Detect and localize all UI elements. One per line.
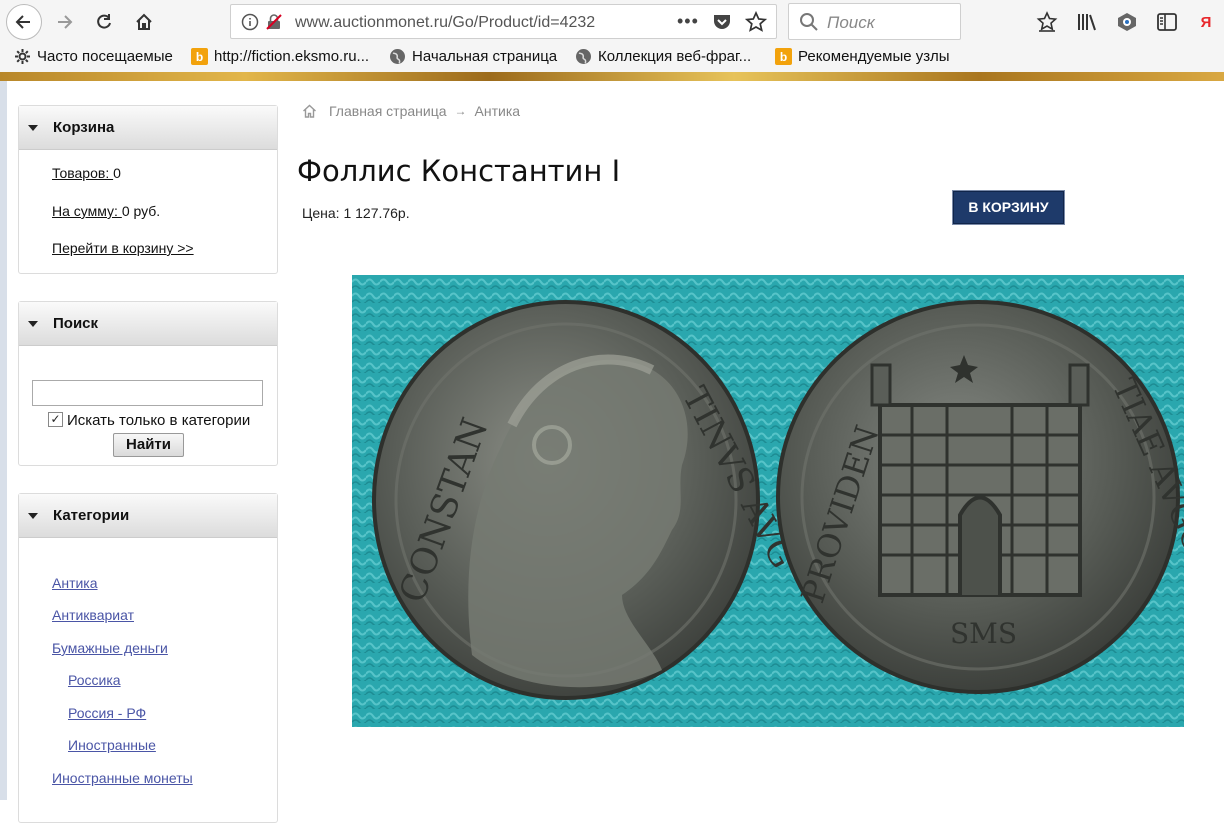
forward-button[interactable] (46, 4, 82, 40)
url-bar[interactable]: www.auctionmonet.ru/Go/Product/id=4232 •… (230, 4, 777, 39)
site-search-input[interactable] (32, 380, 263, 406)
gear-icon (14, 48, 31, 65)
bookmark-suggested-sites[interactable]: b Рекомендуемые узлы (775, 48, 949, 65)
cart-block-header[interactable]: Корзина (19, 106, 277, 150)
product-title: Фоллис Константин I (297, 154, 621, 188)
breadcrumb-separator: → (454, 104, 467, 118)
search-block-header[interactable]: Поиск (19, 302, 277, 346)
cart-sum-value: 0 руб. (121, 203, 161, 219)
product-price: Цена: 1 127.76р. (302, 205, 410, 221)
cart-sum-row: На сумму: 0 руб. (52, 203, 160, 219)
site-header-banner (0, 72, 1224, 81)
category-foreign-coins[interactable]: Иностранные монеты (52, 770, 193, 786)
search-block: Поиск ✓ Искать только в категории Найти (18, 301, 278, 466)
category-paper-money[interactable]: Бумажные деньги (52, 640, 168, 656)
collapse-triangle-icon (28, 321, 38, 327)
eye-extension-icon[interactable] (1115, 10, 1139, 34)
pocket-icon[interactable] (712, 13, 732, 31)
page-actions-icon[interactable]: ••• (677, 11, 699, 32)
cart-sum-link[interactable]: На сумму: (52, 203, 122, 219)
bookmark-star-icon[interactable] (745, 11, 767, 33)
bookmarks-bar: Часто посещаемые b http://fiction.eksmo.… (0, 44, 1224, 72)
category-only-label: Искать только в категории (67, 412, 251, 429)
home-button[interactable] (126, 4, 162, 40)
breadcrumb-current-link[interactable]: Антика (475, 103, 521, 119)
arrow-left-icon (15, 15, 30, 29)
category-rossika[interactable]: Россика (68, 672, 121, 688)
coin-reverse: PROVIDEN TIAE AVGG SMS (776, 300, 1184, 694)
arrow-right-icon (58, 15, 73, 29)
back-button[interactable] (6, 4, 42, 40)
categories-block-header[interactable]: Категории (19, 494, 277, 538)
bing-icon: b (191, 48, 208, 65)
collapse-triangle-icon (28, 125, 38, 131)
bookmark-label: Коллекция веб-фраг... (598, 48, 752, 65)
cart-goto-row: Перейти в корзину >> (52, 240, 194, 256)
home-icon (136, 13, 152, 30)
search-bar[interactable]: Поиск (788, 3, 961, 40)
insecure-lock-icon (266, 14, 282, 30)
bookmarks-star-icon[interactable] (1035, 10, 1059, 34)
yandex-icon[interactable]: Я (1196, 10, 1216, 34)
category-russia-rf[interactable]: Россия - РФ (68, 705, 146, 721)
categories-block: Категории Антика Антиквариат Бумажные де… (18, 493, 278, 823)
goto-cart-link[interactable]: Перейти в корзину >> (52, 240, 194, 256)
globe-icon (389, 48, 406, 65)
breadcrumb-home-link[interactable]: Главная страница (329, 103, 447, 119)
bookmark-fiction-eksmo[interactable]: b http://fiction.eksmo.ru... (191, 48, 369, 65)
page-content: Корзина Товаров: 0 На сумму: 0 руб. Пере… (0, 81, 1224, 823)
info-icon (241, 13, 259, 31)
category-antikvariat[interactable]: Антиквариат (52, 607, 134, 623)
bing-icon: b (775, 48, 792, 65)
search-placeholder: Поиск (827, 13, 875, 32)
reload-icon (97, 14, 111, 29)
left-edge-decoration (0, 81, 7, 800)
sidebar-icon[interactable] (1155, 10, 1179, 34)
product-photo: CONSTAN TINVS AVG PROVIDEN TIAE AVGG SMS (352, 275, 1184, 727)
cart-items-link[interactable]: Товаров: (52, 165, 113, 181)
cart-items-row: Товаров: 0 (52, 165, 121, 181)
cart-block-title: Корзина (53, 119, 115, 136)
find-button[interactable]: Найти (113, 433, 184, 457)
cart-block: Корзина Товаров: 0 На сумму: 0 руб. Пере… (18, 105, 278, 274)
reload-button[interactable] (86, 4, 122, 40)
bookmark-label: Рекомендуемые узлы (798, 48, 950, 65)
browser-toolbar: www.auctionmonet.ru/Go/Product/id=4232 •… (0, 0, 1224, 44)
add-to-cart-button[interactable]: В КОРЗИНУ (952, 190, 1065, 225)
bookmark-label: Часто посещаемые (37, 48, 173, 65)
category-antika[interactable]: Антика (52, 575, 98, 591)
home-icon[interactable] (302, 104, 317, 118)
url-text[interactable]: www.auctionmonet.ru/Go/Product/id=4232 (295, 14, 675, 32)
cart-items-count: 0 (113, 165, 121, 181)
bookmark-label: Начальная страница (412, 48, 558, 65)
collapse-triangle-icon (28, 513, 38, 519)
library-icon[interactable] (1075, 10, 1099, 34)
bookmark-most-visited[interactable]: Часто посещаемые (14, 48, 173, 65)
bookmark-label: http://fiction.eksmo.ru... (214, 48, 370, 65)
breadcrumb: Главная страница → Антика (302, 103, 520, 119)
globe-icon (575, 48, 592, 65)
magnifier-icon (800, 13, 818, 31)
category-only-checkbox[interactable]: ✓ (48, 412, 63, 427)
bookmark-home-page[interactable]: Начальная страница (389, 48, 557, 65)
bookmark-web-slices[interactable]: Коллекция веб-фраг... (575, 48, 751, 65)
search-block-title: Поиск (53, 315, 99, 332)
category-foreign[interactable]: Иностранные (68, 737, 156, 753)
categories-block-title: Категории (53, 507, 130, 524)
reverse-exergue: SMS (950, 617, 1017, 650)
